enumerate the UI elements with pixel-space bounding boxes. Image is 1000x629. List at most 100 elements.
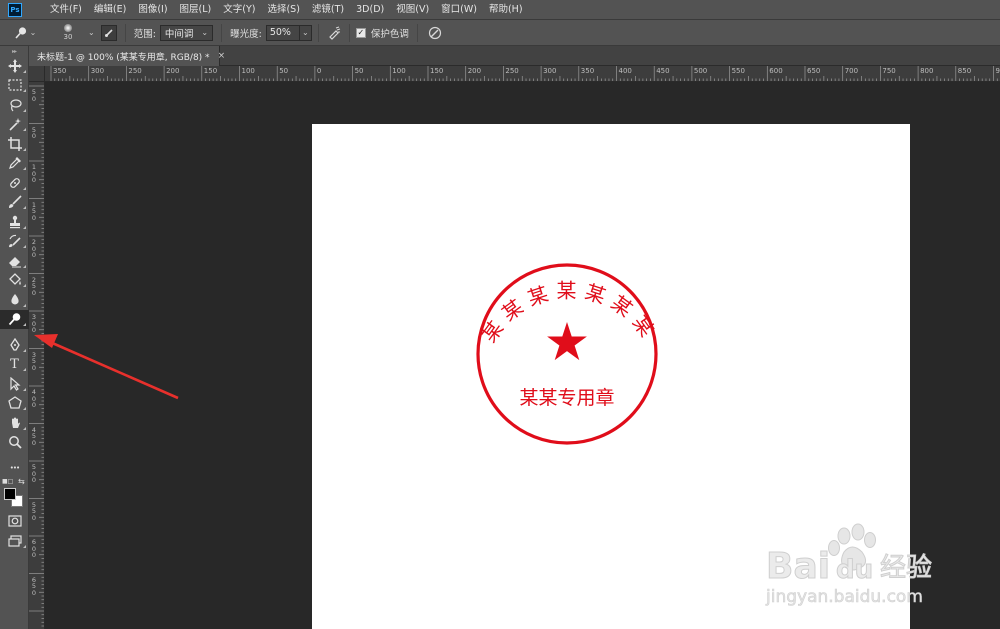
screen-mode-button[interactable] (0, 531, 29, 551)
eyedropper-tool[interactable] (0, 154, 29, 174)
hand-tool[interactable] (0, 413, 29, 433)
marquee-tool-icon (7, 79, 22, 91)
ruler-label: 250 (128, 67, 142, 75)
lasso-tool-icon (9, 99, 22, 112)
edit-toolbar-button[interactable]: ••• (0, 458, 29, 478)
chevron-down-icon[interactable]: ⌄ (88, 28, 95, 37)
move-tool[interactable] (0, 56, 29, 76)
panel-grip-icon[interactable]: ▸▸ (0, 46, 28, 56)
menu-edit[interactable]: 编辑(E) (88, 0, 132, 20)
baidu-logo-watermark: Bai du 经验 jingyan.baidu.com (765, 523, 933, 607)
crop-tool-icon (7, 136, 22, 151)
default-colors-icon[interactable]: ■□ (2, 478, 13, 485)
marquee-tool[interactable] (0, 76, 29, 96)
baidu-watermark: Bai du 经验 jingyan.baidu.com (752, 522, 972, 617)
paint-bucket-tool[interactable] (0, 271, 29, 291)
healing-brush-tool[interactable] (0, 173, 29, 193)
ruler-label: 50 (31, 88, 37, 103)
eraser-tool-icon (8, 256, 21, 268)
zoom-tool[interactable] (0, 433, 29, 453)
menu-layer[interactable]: 图层(L) (174, 0, 218, 20)
document-tab-bar: 未标题-1 @ 100% (某某专用章, RGB/8) * × (29, 46, 1000, 66)
range-select[interactable]: 中间调 ⌄ (159, 24, 214, 41)
tools-panel: ▸▸ T ••• ■□ ⇆ (0, 46, 29, 629)
pressure-size-toggle[interactable] (426, 24, 444, 42)
lasso-tool[interactable] (0, 95, 29, 115)
menu-window[interactable]: 窗口(W) (435, 0, 483, 20)
path-selection-tool[interactable] (0, 374, 29, 394)
chevron-down-icon: ⌄ (29, 28, 37, 37)
photoshop-window: Ps 文件(F) 编辑(E) 图像(I) 图层(L) 文字(Y) 选择(S) 滤… (0, 0, 1000, 629)
path-selection-tool-icon (9, 376, 21, 391)
ruler-label: 50 (354, 67, 364, 75)
menu-help[interactable]: 帮助(H) (483, 0, 529, 20)
range-value: 中间调 (164, 28, 194, 40)
menu-select[interactable]: 选择(S) (261, 0, 305, 20)
ruler-label: 100 (31, 163, 37, 184)
ruler-label: 350 (580, 67, 595, 75)
ruler-label: 800 (920, 67, 934, 75)
ruler-label: 850 (957, 67, 972, 75)
ruler-origin[interactable] (29, 66, 45, 82)
ruler-label: 150 (31, 200, 37, 222)
chevron-down-icon: ⌄ (201, 28, 209, 37)
menu-file[interactable]: 文件(F) (44, 0, 88, 20)
menu-type[interactable]: 文字(Y) (217, 0, 261, 20)
brush-preset-picker[interactable]: 30 (50, 22, 86, 44)
shape-tool[interactable] (0, 394, 29, 414)
ruler-label: 700 (844, 67, 859, 75)
ruler-label: 150 (203, 67, 218, 75)
magic-wand-tool[interactable] (0, 115, 29, 135)
brush-settings-toggle[interactable] (100, 24, 117, 41)
tool-preset-picker[interactable]: ⌄ (8, 22, 42, 44)
brush-tool[interactable] (0, 193, 29, 213)
exposure-input[interactable]: 50% (265, 24, 300, 41)
crop-tool[interactable] (0, 134, 29, 154)
menu-filter[interactable]: 滤镜(T) (306, 0, 350, 20)
watermark-suffix: 经验 (880, 553, 932, 583)
exposure-slider-toggle[interactable]: ⌄ (299, 24, 312, 41)
swap-colors-icon[interactable]: ⇆ (18, 477, 25, 486)
protect-tones-label: 保护色调 (370, 28, 409, 40)
separator (416, 23, 418, 42)
ruler-label: 100 (241, 67, 255, 75)
photoshop-logo-icon[interactable]: Ps (8, 2, 22, 17)
protect-tones-checkbox[interactable]: ✓ (355, 27, 366, 38)
dodge-tool[interactable] (0, 309, 29, 329)
separator (124, 23, 126, 42)
dodge-tool-icon (8, 313, 20, 326)
range-label: 范围: (133, 28, 156, 40)
eraser-tool[interactable] (0, 251, 29, 271)
menu-image[interactable]: 图像(I) (132, 0, 173, 20)
document-tab[interactable]: 未标题-1 @ 100% (某某专用章, RGB/8) * × (29, 46, 225, 66)
blur-tool-icon (10, 293, 19, 305)
horizontal-ruler[interactable]: 350 300 250 200 150 100 50 0 50 100 150 200 250 300 35… (45, 66, 1000, 82)
blur-tool[interactable] (0, 290, 29, 310)
separator (221, 23, 223, 42)
shape-tool-icon (7, 396, 22, 409)
brush-tip-icon (64, 24, 72, 32)
airbrush-toggle[interactable] (325, 24, 343, 42)
close-icon[interactable]: × (218, 51, 226, 61)
screen-mode-icon (7, 535, 22, 547)
vertical-ruler[interactable]: 50 50 100 150 200 250 300 350 400 450 500 550 600 650 (29, 82, 45, 629)
menu-items: 文件(F) 编辑(E) 图像(I) 图层(L) 文字(Y) 选择(S) 滤镜(T… (44, 0, 529, 20)
type-tool[interactable]: T (0, 355, 29, 375)
foreground-color-swatch[interactable] (4, 487, 16, 500)
quick-mask-icon (7, 515, 22, 527)
menu-3d[interactable]: 3D(D) (350, 0, 390, 20)
quick-mask-button[interactable] (0, 512, 29, 532)
clone-stamp-tool[interactable] (0, 212, 29, 232)
brush-panel-icon (104, 28, 113, 37)
ruler-label: 250 (31, 275, 37, 297)
brush-size-value: 30 (63, 33, 73, 41)
ruler-label: 300 (31, 313, 37, 334)
pen-tool[interactable] (0, 335, 29, 355)
ruler-label: 550 (31, 500, 37, 522)
ruler-label: 500 (693, 67, 708, 75)
history-brush-tool[interactable] (0, 232, 29, 252)
ruler-label: 350 (31, 350, 37, 372)
menu-view[interactable]: 视图(V) (390, 0, 435, 20)
menu-bar: Ps 文件(F) 编辑(E) 图像(I) 图层(L) 文字(Y) 选择(S) 滤… (0, 0, 1000, 20)
watermark-url: jingyan.baidu.com (765, 587, 923, 607)
